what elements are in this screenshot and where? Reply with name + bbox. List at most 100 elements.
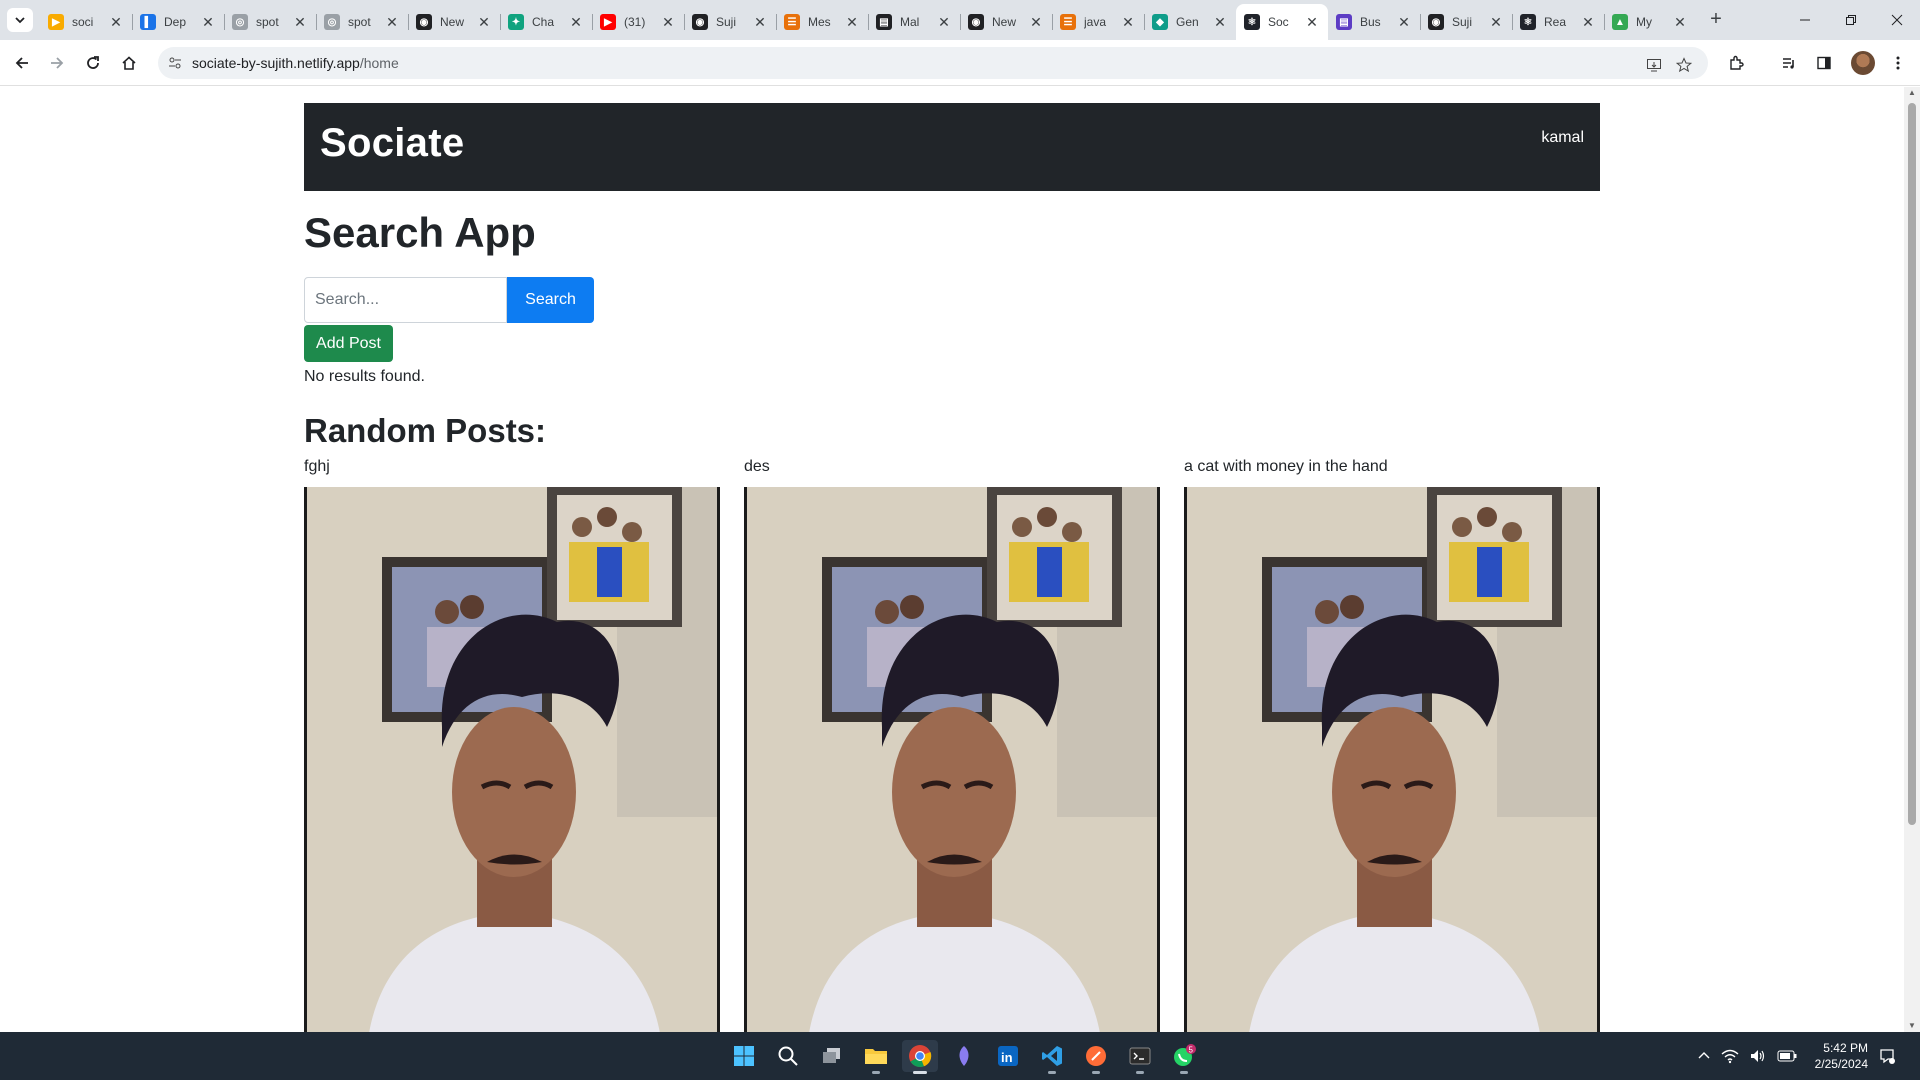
battery-icon[interactable] — [1777, 1048, 1797, 1064]
postman-taskbar-button[interactable] — [1078, 1040, 1114, 1074]
browser-tab[interactable]: ▲ My ✕ — [1604, 4, 1696, 40]
tab-close-icon[interactable]: ✕ — [1120, 14, 1136, 31]
browser-tab[interactable]: ▶ soci ✕ — [40, 4, 132, 40]
tab-close-icon[interactable]: ✕ — [1396, 14, 1412, 31]
post-image[interactable] — [744, 487, 1160, 1032]
start-button[interactable] — [726, 1040, 762, 1072]
file-explorer-button[interactable] — [858, 1040, 894, 1074]
wifi-icon[interactable] — [1721, 1048, 1739, 1064]
browser-tab[interactable]: ◉ Suji ✕ — [684, 4, 776, 40]
tab-close-icon[interactable]: ✕ — [660, 14, 676, 31]
taskbar-clock[interactable]: 5:42 PM 2/25/2024 — [1815, 1040, 1868, 1072]
browser-tab[interactable]: ▤ Bus ✕ — [1328, 4, 1420, 40]
tab-favicon-icon: ▶ — [600, 14, 616, 30]
post-image[interactable] — [1184, 487, 1600, 1032]
restore-button[interactable] — [1828, 0, 1874, 40]
tab-close-icon[interactable]: ✕ — [568, 14, 584, 31]
taskbar-search-button[interactable] — [770, 1040, 806, 1072]
close-window-button[interactable] — [1874, 0, 1920, 40]
profile-avatar[interactable] — [1851, 51, 1875, 75]
install-app-icon[interactable] — [1644, 55, 1664, 75]
browser-tab[interactable]: ✦ Cha ✕ — [500, 4, 592, 40]
extensions-icon[interactable] — [1724, 51, 1748, 75]
tab-close-icon[interactable]: ✕ — [108, 14, 124, 31]
post-card[interactable]: fghj — [304, 458, 720, 1032]
post-card[interactable]: a cat with money in the hand — [1184, 458, 1600, 1032]
url-path: /home — [359, 55, 399, 71]
copilot-taskbar-button[interactable] — [946, 1040, 982, 1072]
tab-close-icon[interactable]: ✕ — [1672, 14, 1688, 31]
add-post-button[interactable]: Add Post — [304, 325, 393, 362]
post-photo — [747, 487, 1157, 1032]
side-panel-icon[interactable] — [1812, 51, 1836, 75]
browser-tab[interactable]: ◉ New ✕ — [408, 4, 500, 40]
address-bar[interactable]: sociate-by-sujith.netlify.app/home — [158, 47, 1708, 79]
notification-bell-icon[interactable] — [1878, 1047, 1896, 1065]
vscode-taskbar-button[interactable] — [1034, 1040, 1070, 1074]
bookmark-star-icon[interactable] — [1674, 55, 1694, 75]
chrome-taskbar-button[interactable] — [902, 1040, 938, 1074]
search-icon — [778, 1046, 798, 1066]
tab-favicon-icon: ◉ — [1428, 14, 1444, 30]
browser-tab[interactable]: ◎ spot ✕ — [316, 4, 408, 40]
browser-tab[interactable]: ▤ Mal ✕ — [868, 4, 960, 40]
tab-title: Cha — [532, 15, 555, 29]
browser-tab[interactable]: ▶ (31) ✕ — [592, 4, 684, 40]
scrollbar-thumb[interactable] — [1908, 103, 1916, 825]
show-hidden-icons-chevron-icon[interactable] — [1697, 1049, 1711, 1063]
scroll-up-arrow-icon[interactable]: ▲ — [1908, 89, 1916, 97]
kebab-menu-icon — [1896, 56, 1900, 70]
browser-tab[interactable]: ☰ Mes ✕ — [776, 4, 868, 40]
new-tab-button[interactable]: + — [1704, 8, 1728, 32]
browser-tab[interactable]: ⚛ Rea ✕ — [1512, 4, 1604, 40]
restore-icon — [1846, 15, 1856, 25]
home-button[interactable] — [116, 50, 142, 76]
media-controls-icon[interactable] — [1777, 51, 1801, 75]
task-view-button[interactable] — [814, 1040, 850, 1072]
whatsapp-taskbar-button[interactable]: 5 — [1166, 1040, 1202, 1074]
page-scrollbar[interactable]: ▲ ▼ — [1904, 87, 1920, 1032]
post-image[interactable] — [304, 487, 720, 1032]
tab-close-icon[interactable]: ✕ — [1488, 14, 1504, 31]
browser-tab[interactable]: ◉ New ✕ — [960, 4, 1052, 40]
tab-title: Gen — [1176, 15, 1199, 29]
tab-close-icon[interactable]: ✕ — [292, 14, 308, 31]
tab-close-icon[interactable]: ✕ — [752, 14, 768, 31]
brand-logo[interactable]: Sociate — [320, 121, 464, 166]
reload-button[interactable] — [80, 50, 106, 76]
scroll-down-arrow-icon[interactable]: ▼ — [1908, 1022, 1916, 1030]
search-input[interactable] — [304, 277, 507, 323]
tab-close-icon[interactable]: ✕ — [384, 14, 400, 31]
tab-close-icon[interactable]: ✕ — [1212, 14, 1228, 31]
clock-date: 2/25/2024 — [1814, 1057, 1868, 1071]
tab-close-icon[interactable]: ✕ — [844, 14, 860, 31]
tab-close-icon[interactable]: ✕ — [476, 14, 492, 31]
tab-close-icon[interactable]: ✕ — [1028, 14, 1044, 31]
browser-tab[interactable]: ◎ spot ✕ — [224, 4, 316, 40]
tab-search-button[interactable] — [7, 8, 33, 32]
browser-tab[interactable]: ◆ Gen ✕ — [1144, 4, 1236, 40]
tab-close-icon[interactable]: ✕ — [936, 14, 952, 31]
tab-close-icon[interactable]: ✕ — [1580, 14, 1596, 31]
notification-badge: 5 — [1189, 1046, 1194, 1055]
tab-close-icon[interactable]: ✕ — [1304, 14, 1320, 31]
browser-tab[interactable]: ▌ Dep ✕ — [132, 4, 224, 40]
search-button[interactable]: Search — [507, 277, 594, 323]
back-button[interactable] — [9, 50, 35, 76]
browser-tab[interactable]: ☰ java ✕ — [1052, 4, 1144, 40]
tab-close-icon[interactable]: ✕ — [200, 14, 216, 31]
browser-tab[interactable]: ⚛ Soc ✕ — [1236, 4, 1328, 40]
volume-icon[interactable] — [1749, 1048, 1767, 1064]
browser-tab[interactable]: ◉ Suji ✕ — [1420, 4, 1512, 40]
site-info-icon[interactable] — [166, 54, 184, 72]
post-card[interactable]: des — [744, 458, 1160, 1032]
linkedin-taskbar-button[interactable]: in — [990, 1040, 1026, 1072]
terminal-taskbar-button[interactable] — [1122, 1040, 1158, 1074]
tab-title: Mal — [900, 15, 920, 29]
forward-button[interactable] — [44, 50, 70, 76]
minimize-button[interactable] — [1782, 0, 1828, 40]
browser-menu-button[interactable] — [1886, 51, 1910, 75]
close-icon — [1891, 14, 1903, 26]
nav-username[interactable]: kamal — [1541, 129, 1584, 147]
os-taskbar: in 5 5:42 PM 2/25/2024 — [0, 1032, 1920, 1080]
